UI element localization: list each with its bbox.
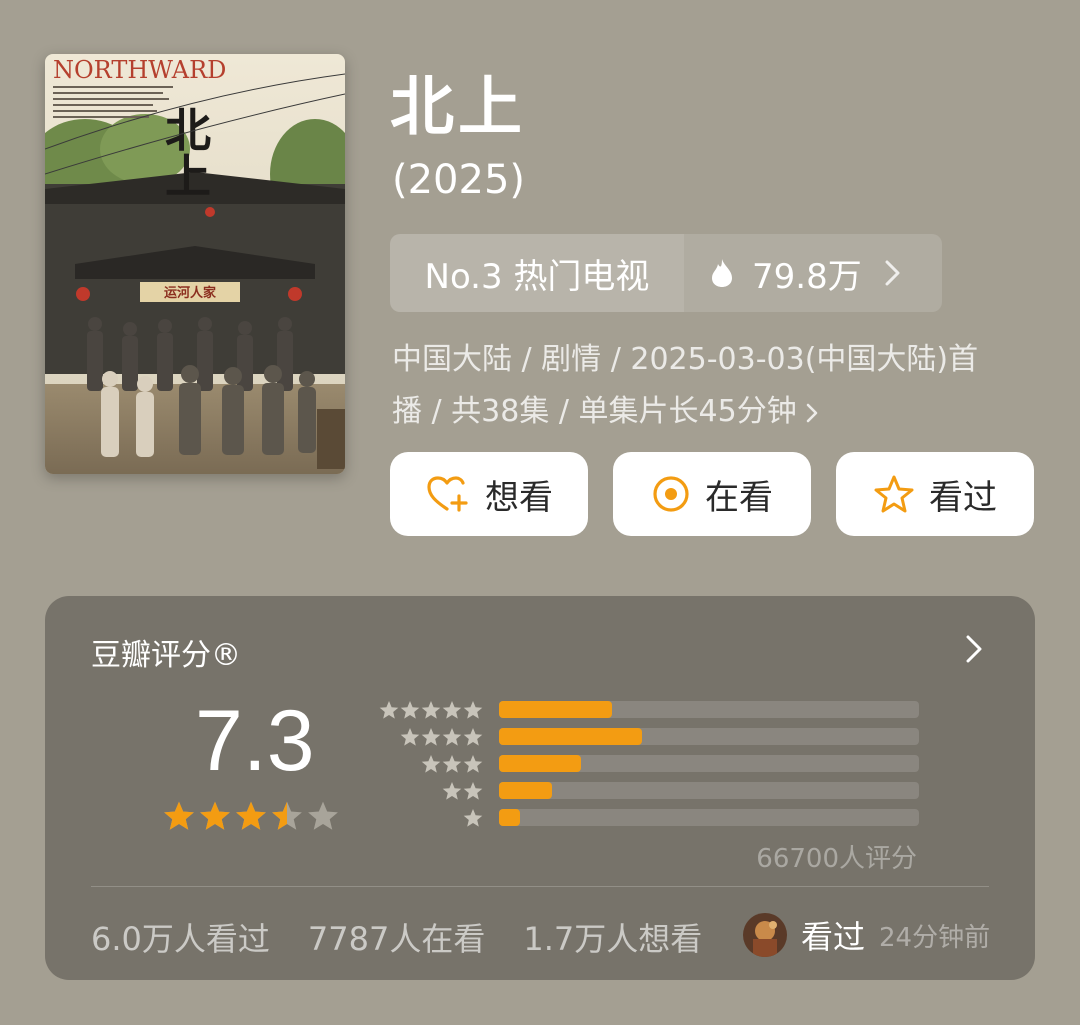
star-icon <box>236 801 266 830</box>
rating-stars <box>163 800 343 832</box>
rating-card[interactable]: 豆瓣评分® 7.3 66700人评分 6.0万人看过 7787人在看 1.7万人… <box>45 596 1035 980</box>
star-icon <box>164 801 194 830</box>
rating-bar-row-3 <box>377 750 919 777</box>
star-icon <box>421 700 441 719</box>
bar-fill-4 <box>499 728 642 745</box>
star-icon <box>463 808 483 827</box>
star-icon <box>272 801 302 830</box>
bar-track <box>499 728 919 745</box>
rating-bar-row-4 <box>377 723 919 750</box>
poster-title-calligraphy: 北上 <box>158 106 212 198</box>
chevron-right-icon <box>806 403 818 422</box>
meta-line-2-wrap: 播 / 共38集 / 单集片长45分钟 <box>392 386 1052 438</box>
star-icon <box>442 781 462 800</box>
flame-icon <box>712 259 732 287</box>
meta-line-2: 播 / 共38集 / 单集片长45分钟 <box>392 394 797 429</box>
star-icon <box>442 754 462 773</box>
divider <box>91 886 989 887</box>
bar-stars <box>377 700 483 720</box>
star-icon <box>421 754 441 773</box>
doing-label: 在看 <box>705 477 773 518</box>
poster-wordmark: NORTHWARD <box>53 56 226 84</box>
stats-row: 6.0万人看过 7787人在看 1.7万人想看 <box>91 914 740 960</box>
star-icon <box>400 700 420 719</box>
star-icon <box>379 700 399 719</box>
stat-want[interactable]: 1.7万人想看 <box>523 914 702 960</box>
bar-stars <box>377 781 483 801</box>
stat-watching[interactable]: 7787人在看 <box>308 914 485 960</box>
rating-title: 豆瓣评分® <box>91 638 241 673</box>
chevron-right-icon[interactable] <box>965 634 983 664</box>
target-icon <box>653 476 689 512</box>
friend-activity[interactable]: 看过 24分钟前 <box>743 912 990 958</box>
friend-time: 24分钟前 <box>879 922 991 953</box>
stat-watched[interactable]: 6.0万人看过 <box>91 914 270 960</box>
star-icon <box>308 801 338 830</box>
bar-fill-5 <box>499 701 613 718</box>
star-icon <box>463 781 483 800</box>
bar-fill-1 <box>499 809 520 826</box>
done-button[interactable]: 看过 <box>836 452 1034 536</box>
star-icon <box>400 727 420 746</box>
bar-stars <box>377 808 483 828</box>
release-year: (2025) <box>392 157 526 203</box>
star-icon <box>463 727 483 746</box>
bar-track <box>499 701 919 718</box>
page-title: 北上 <box>390 71 526 145</box>
poster-sign-text: 运河人家 <box>164 285 217 301</box>
heat-value: 79.8万 <box>752 256 862 297</box>
star-icon <box>421 727 441 746</box>
bar-track <box>499 782 919 799</box>
friend-status: 看过 <box>801 918 866 956</box>
rating-count: 66700人评分 <box>756 844 917 874</box>
doing-button[interactable]: 在看 <box>613 452 811 536</box>
movie-meta[interactable]: 中国大陆 / 剧情 / 2025-03-03(中国大陆)首 播 / 共38集 /… <box>392 334 1052 438</box>
heat-button[interactable]: 79.8万 <box>684 234 942 312</box>
done-label: 看过 <box>929 477 997 518</box>
star-icon <box>463 754 483 773</box>
star-icon <box>442 700 462 719</box>
rank-label[interactable]: No.3 热门电视 <box>390 234 684 312</box>
heart-plus-icon <box>427 476 468 512</box>
want-label: 想看 <box>485 477 553 518</box>
rank-pill[interactable]: No.3 热门电视 79.8万 <box>390 234 942 312</box>
rating-score: 7.3 <box>195 693 315 789</box>
bar-stars <box>377 754 483 774</box>
star-icon <box>442 727 462 746</box>
bar-track <box>499 755 919 772</box>
rating-bar-row-1 <box>377 804 919 831</box>
avatar[interactable] <box>743 913 787 957</box>
want-button[interactable]: 想看 <box>390 452 588 536</box>
bar-track <box>499 809 919 826</box>
poster-image[interactable]: 运河人家 NORTHWARD 北上 <box>45 54 345 474</box>
bar-stars <box>377 727 483 747</box>
star-icon <box>463 700 483 719</box>
rating-bar-row-2 <box>377 777 919 804</box>
rating-distribution <box>377 696 919 831</box>
star-outline-icon <box>874 475 914 513</box>
bar-fill-3 <box>499 755 581 772</box>
bar-fill-2 <box>499 782 552 799</box>
rating-bar-row-5 <box>377 696 919 723</box>
meta-line-1: 中国大陆 / 剧情 / 2025-03-03(中国大陆)首 <box>392 342 979 377</box>
chevron-right-icon <box>885 260 900 286</box>
star-icon <box>200 801 230 830</box>
